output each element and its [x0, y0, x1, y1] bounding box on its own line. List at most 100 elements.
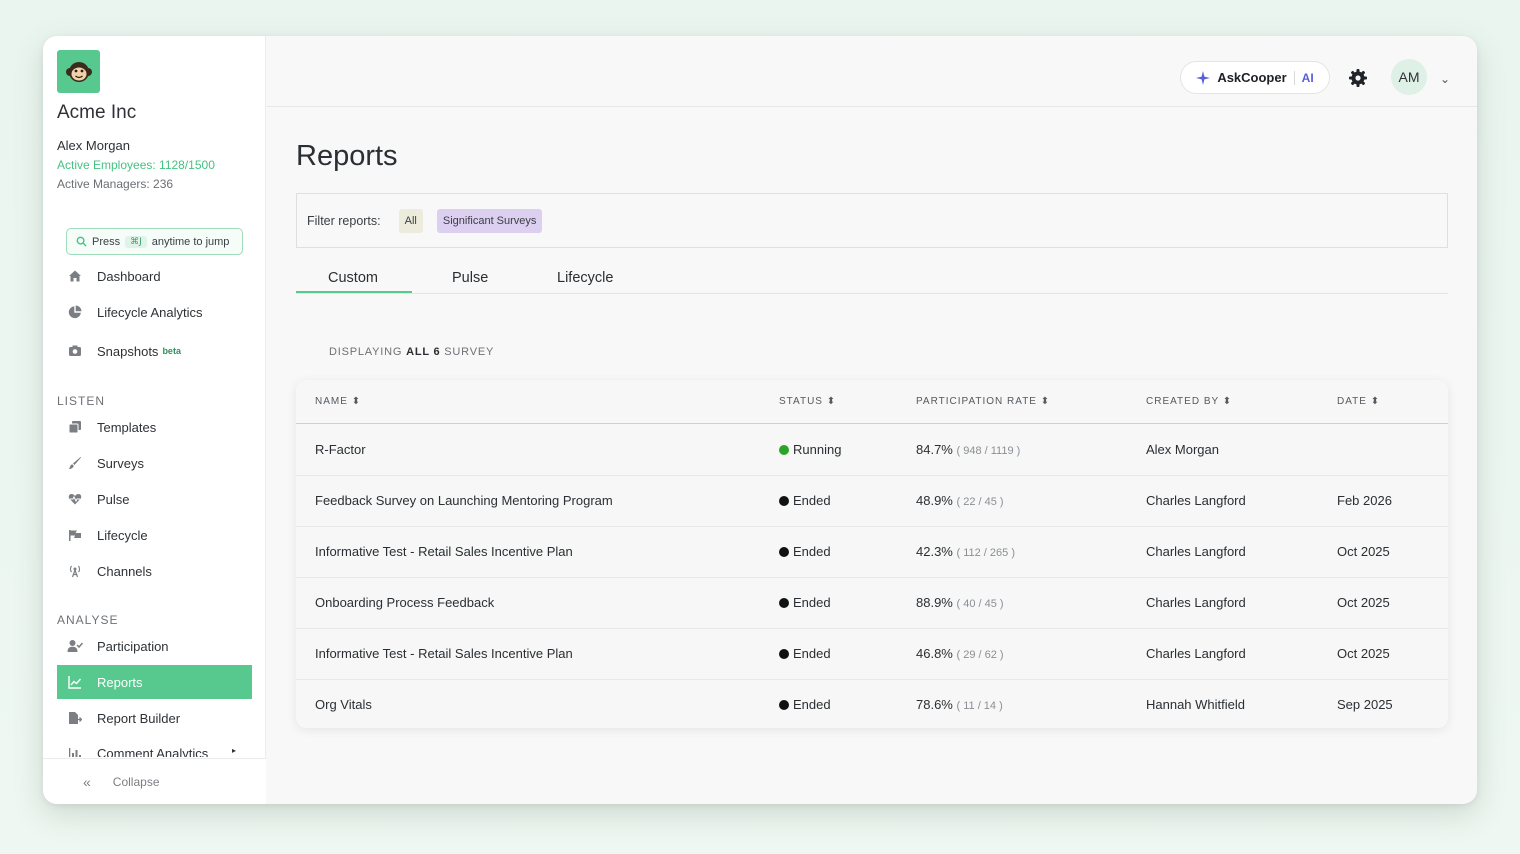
sidebar-item-templates[interactable]: Templates	[57, 410, 252, 444]
sidebar-item-comment-analytics[interactable]: Comment Analytics ▸	[57, 737, 252, 757]
user-name: Alex Morgan	[57, 138, 130, 153]
participation-rate: 42.3% ( 112 / 265 )	[916, 544, 1015, 559]
tab-pulse[interactable]: Pulse	[452, 270, 488, 286]
sort-icon: ⬍	[826, 396, 837, 407]
table-row[interactable]: Informative Test - Retail Sales Incentiv…	[296, 527, 1448, 578]
bar-chart-icon	[67, 746, 83, 757]
copy-icon	[67, 419, 83, 435]
created-by: Charles Langford	[1146, 544, 1246, 559]
displaying-prefix: DISPLAYING	[329, 346, 403, 358]
sidebar-item-surveys[interactable]: Surveys	[57, 446, 252, 480]
survey-date: Oct 2025	[1337, 544, 1390, 559]
pie-chart-icon	[67, 304, 83, 320]
status-badge: Ended	[779, 646, 831, 661]
survey-name[interactable]: Informative Test - Retail Sales Incentiv…	[315, 544, 573, 559]
column-header-name[interactable]: NAME ⬍	[315, 396, 361, 407]
section-label-listen: LISTEN	[57, 394, 106, 408]
table-row[interactable]: R-Factor Running 84.7% ( 948 / 1119 ) Al…	[296, 425, 1448, 476]
status-dot-icon	[779, 598, 789, 608]
monkey-logo-icon[interactable]	[57, 50, 100, 93]
filter-chip-all[interactable]: All	[398, 208, 423, 233]
survey-date: Feb 2026	[1337, 493, 1392, 508]
active-tab-indicator	[296, 291, 412, 293]
participation-detail: ( 40 / 45 )	[956, 598, 1004, 610]
sidebar-item-snapshots[interactable]: Snapshots beta	[57, 334, 252, 368]
table-row[interactable]: Org Vitals Ended 78.6% ( 11 / 14 ) Hanna…	[296, 680, 1448, 728]
participation-detail: ( 11 / 14 )	[956, 700, 1003, 712]
sort-icon: ⬍	[1222, 396, 1233, 407]
table-row[interactable]: Onboarding Process Feedback Ended 88.9% …	[296, 578, 1448, 629]
status-badge: Ended	[779, 697, 831, 712]
survey-name[interactable]: R-Factor	[315, 442, 366, 457]
sidebar-item-label: Lifecycle Analytics	[97, 304, 203, 320]
sidebar-item-lifecycle[interactable]: Lifecycle	[57, 518, 252, 552]
file-export-icon	[67, 710, 83, 726]
column-header-date[interactable]: DATE ⬍	[1337, 396, 1380, 407]
table-row[interactable]: Feedback Survey on Launching Mentoring P…	[296, 476, 1448, 527]
collapse-label: Collapse	[112, 774, 160, 789]
heartbeat-icon	[67, 491, 83, 507]
column-header-participation-rate[interactable]: PARTICIPATION RATE ⬍	[916, 396, 1050, 407]
askcooper-label: AskCooper	[1217, 70, 1287, 85]
sidebar-item-label: Lifecycle	[97, 527, 148, 543]
filter-chip-significant-surveys[interactable]: Significant Surveys	[436, 208, 543, 233]
participation-detail: ( 22 / 45 )	[956, 496, 1004, 508]
survey-date: Sep 2025	[1337, 697, 1393, 712]
brush-icon	[67, 455, 83, 471]
survey-name[interactable]: Feedback Survey on Launching Mentoring P…	[315, 493, 613, 508]
status-badge: Running	[779, 442, 841, 457]
status-badge: Ended	[779, 544, 831, 559]
jump-search-box[interactable]: Press ⌘J anytime to jump	[66, 228, 243, 255]
ai-label: AI	[1293, 70, 1314, 85]
column-header-created-by[interactable]: CREATED BY ⬍	[1146, 396, 1232, 407]
home-icon	[67, 268, 83, 284]
participation-detail: ( 29 / 62 )	[956, 649, 1004, 661]
sidebar-item-dashboard[interactable]: Dashboard	[57, 259, 252, 293]
created-by: Charles Langford	[1146, 646, 1246, 661]
created-by: Hannah Whitfield	[1146, 697, 1245, 712]
sparkle-icon	[1196, 70, 1211, 85]
sidebar-item-label: Reports	[97, 674, 143, 690]
camera-icon	[67, 343, 83, 359]
sidebar-item-report-builder[interactable]: Report Builder	[57, 701, 252, 735]
status-dot-icon	[779, 445, 789, 455]
participation-rate: 78.6% ( 11 / 14 )	[916, 697, 1003, 712]
created-by: Charles Langford	[1146, 493, 1246, 508]
beta-badge: beta	[162, 346, 181, 356]
sidebar-item-lifecycle-analytics[interactable]: Lifecycle Analytics	[57, 295, 252, 329]
sort-icon: ⬍	[1370, 396, 1381, 407]
sidebar-item-participation[interactable]: Participation	[57, 629, 252, 663]
created-by: Charles Langford	[1146, 595, 1246, 610]
caret-right-icon: ▸	[232, 746, 237, 755]
survey-name[interactable]: Informative Test - Retail Sales Incentiv…	[315, 646, 573, 661]
sort-icon: ⬍	[351, 396, 362, 407]
jump-suffix-text: anytime to jump	[151, 235, 230, 248]
chevron-down-icon[interactable]: ⌄	[1440, 72, 1450, 86]
column-header-status[interactable]: STATUS ⬍	[779, 396, 836, 407]
tab-lifecycle[interactable]: Lifecycle	[557, 270, 613, 286]
status-badge: Ended	[779, 493, 831, 508]
askcooper-button[interactable]: AskCooper AI	[1180, 61, 1330, 94]
sidebar-item-channels[interactable]: Channels	[57, 554, 252, 588]
participation-rate: 46.8% ( 29 / 62 )	[916, 646, 1004, 661]
sidebar-item-label: Surveys	[97, 455, 144, 471]
displaying-count: ALL 6	[406, 346, 441, 358]
filter-bar: Filter reports: All Significant Surveys	[296, 193, 1448, 248]
sidebar-item-label: Channels	[97, 563, 152, 579]
sidebar-item-pulse[interactable]: Pulse	[57, 482, 252, 516]
displaying-suffix: SURVEY	[444, 346, 495, 358]
table-row[interactable]: Informative Test - Retail Sales Incentiv…	[296, 629, 1448, 680]
sidebar-item-label: Templates	[97, 419, 157, 435]
sidebar-item-label: Participation	[97, 638, 169, 654]
created-by: Alex Morgan	[1146, 442, 1219, 457]
gear-icon[interactable]	[1348, 68, 1368, 88]
survey-name[interactable]: Org Vitals	[315, 697, 372, 712]
sidebar-item-reports[interactable]: Reports	[57, 665, 252, 699]
survey-name[interactable]: Onboarding Process Feedback	[315, 595, 494, 610]
status-dot-icon	[779, 649, 789, 659]
avatar[interactable]: AM	[1391, 59, 1427, 95]
collapse-button[interactable]: « Collapse	[43, 758, 266, 804]
sidebar-item-label: Snapshots	[97, 343, 159, 359]
tab-custom[interactable]: Custom	[328, 270, 378, 286]
sidebar-item-label: Pulse	[97, 491, 130, 507]
